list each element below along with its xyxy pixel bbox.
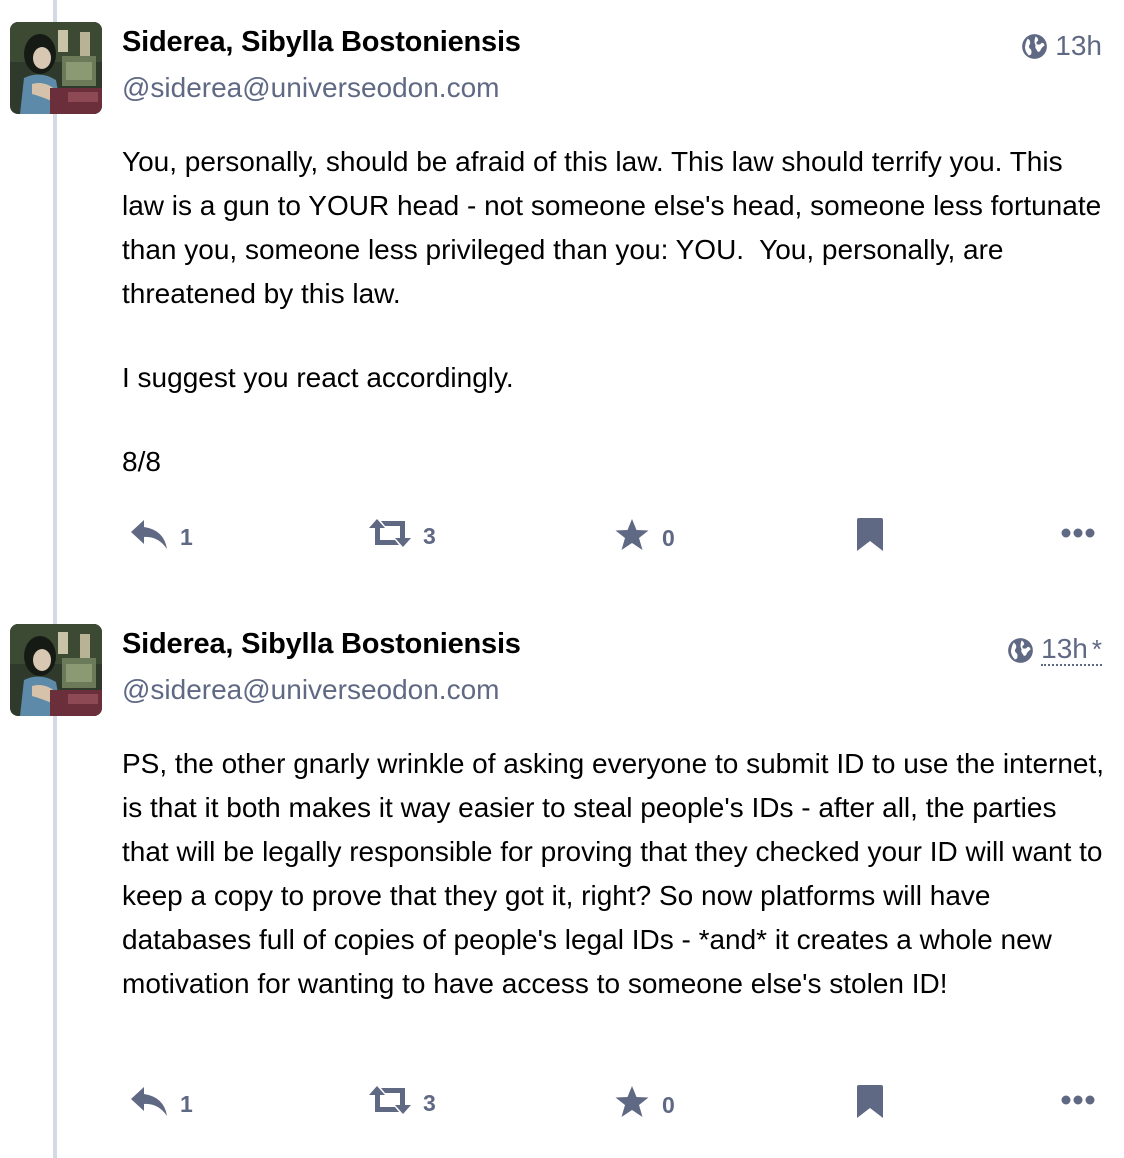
account-handle[interactable]: @siderea@universeodon.com bbox=[122, 72, 499, 104]
account-handle[interactable]: @siderea@universeodon.com bbox=[122, 674, 499, 706]
edited-indicator[interactable]: * bbox=[1092, 634, 1102, 664]
action-bar: 1 3 0 bbox=[0, 1085, 1124, 1125]
reply-button[interactable]: 1 bbox=[130, 1085, 193, 1123]
globe-icon bbox=[1007, 637, 1034, 664]
content-paragraph: 8/8 bbox=[122, 446, 161, 477]
status-post[interactable]: Siderea, Sibylla Bostoniensis @siderea@u… bbox=[0, 602, 1124, 1158]
reply-count: 1 bbox=[180, 523, 193, 550]
star-icon bbox=[614, 518, 650, 558]
bookmark-button[interactable] bbox=[856, 518, 884, 558]
more-button[interactable] bbox=[1061, 1085, 1095, 1112]
status-content: PS, the other gnarly wrinkle of asking e… bbox=[122, 742, 1107, 1046]
reply-button[interactable]: 1 bbox=[130, 518, 193, 556]
timestamp[interactable]: 13h bbox=[1041, 634, 1088, 664]
bookmark-icon bbox=[856, 1085, 884, 1125]
boost-icon bbox=[369, 1085, 411, 1121]
status-meta[interactable]: 13h bbox=[1021, 30, 1102, 62]
status-post[interactable]: Siderea, Sibylla Bostoniensis @siderea@u… bbox=[0, 0, 1124, 600]
star-icon bbox=[614, 1085, 650, 1125]
avatar[interactable] bbox=[10, 22, 102, 114]
more-button[interactable] bbox=[1061, 518, 1095, 545]
boost-button[interactable]: 3 bbox=[369, 518, 436, 554]
status-content: You, personally, should be afraid of thi… bbox=[122, 140, 1107, 524]
action-bar: 1 3 0 bbox=[0, 518, 1124, 558]
ellipsis-icon bbox=[1061, 1085, 1095, 1112]
favourite-button[interactable]: 0 bbox=[614, 1085, 675, 1125]
bookmark-button[interactable] bbox=[856, 1085, 884, 1125]
boost-button[interactable]: 3 bbox=[369, 1085, 436, 1121]
content-paragraph: PS, the other gnarly wrinkle of asking e… bbox=[122, 748, 1112, 999]
display-name[interactable]: Siderea, Sibylla Bostoniensis bbox=[122, 628, 521, 661]
content-paragraph: You, personally, should be afraid of thi… bbox=[122, 146, 1109, 309]
avatar[interactable] bbox=[10, 624, 102, 716]
favourite-button[interactable]: 0 bbox=[614, 518, 675, 558]
bookmark-icon bbox=[856, 518, 884, 558]
display-name[interactable]: Siderea, Sibylla Bostoniensis bbox=[122, 26, 521, 59]
boost-count: 3 bbox=[423, 1089, 436, 1116]
content-paragraph: I suggest you react accordingly. bbox=[122, 362, 514, 393]
boost-count: 3 bbox=[423, 522, 436, 549]
timestamp[interactable]: 13h bbox=[1055, 30, 1102, 62]
globe-icon bbox=[1021, 33, 1048, 60]
favourite-count: 0 bbox=[662, 1091, 675, 1118]
status-meta[interactable]: 13h * bbox=[1007, 634, 1102, 666]
reply-count: 1 bbox=[180, 1090, 193, 1117]
favourite-count: 0 bbox=[662, 524, 675, 551]
ellipsis-icon bbox=[1061, 518, 1095, 545]
reply-icon bbox=[130, 518, 168, 556]
boost-icon bbox=[369, 518, 411, 554]
reply-icon bbox=[130, 1085, 168, 1123]
